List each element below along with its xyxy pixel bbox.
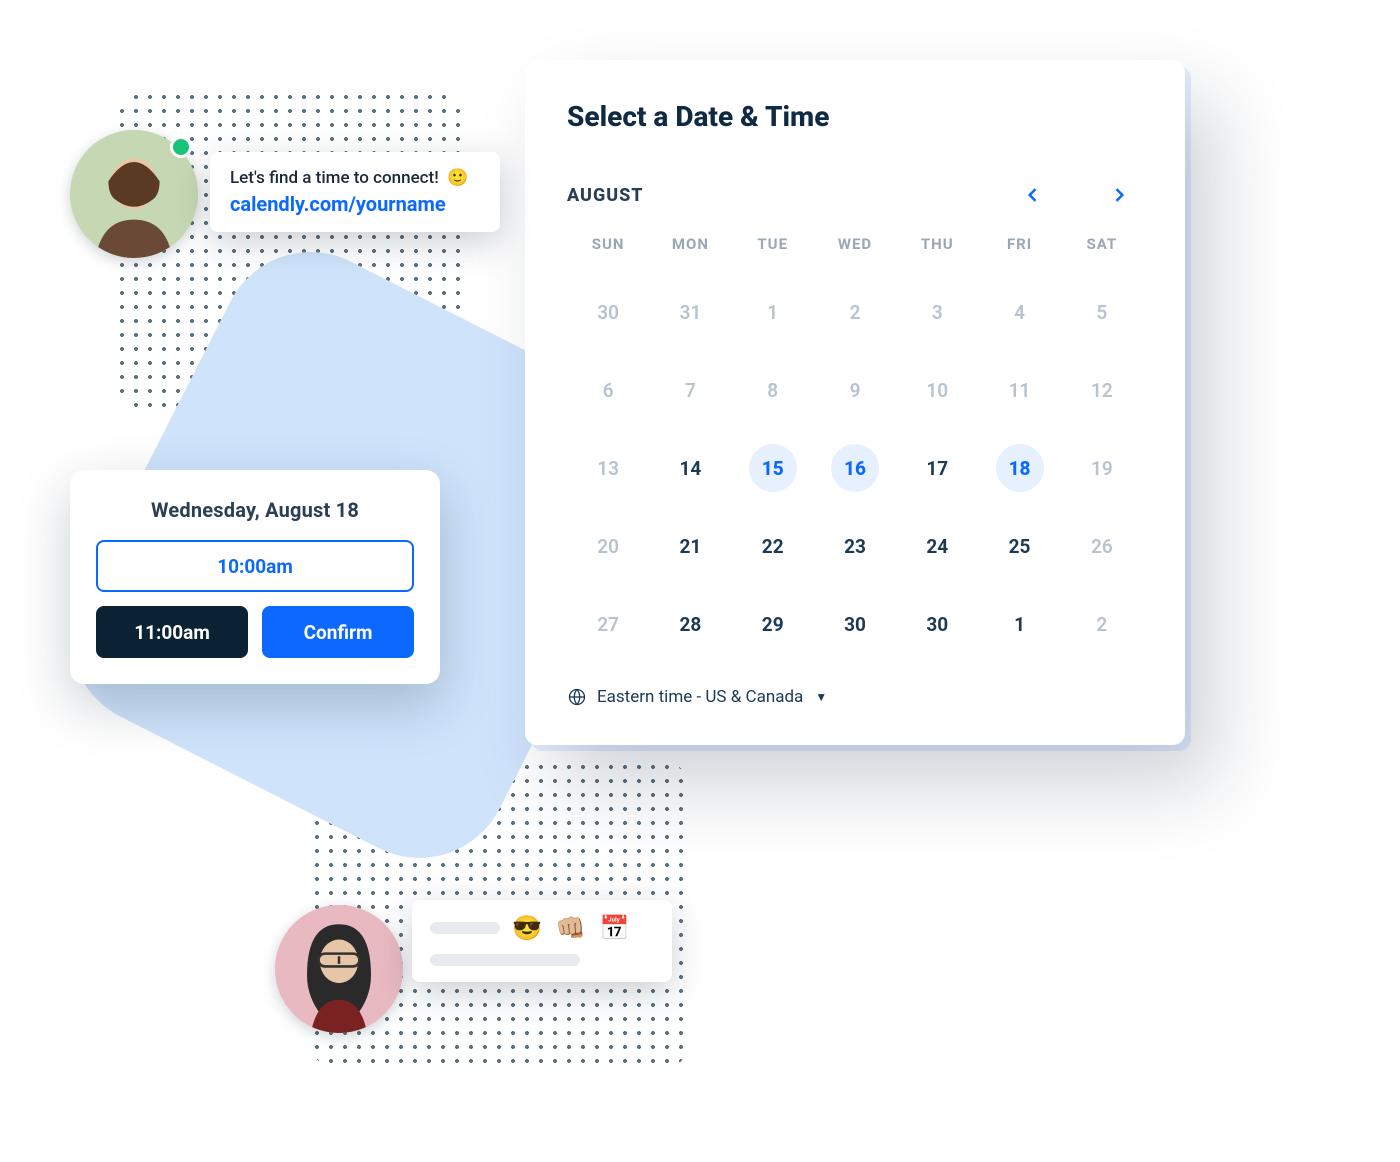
calendar-day[interactable]: 25 <box>978 519 1060 573</box>
calendar-card: Select a Date & Time AUGUST SUNMONTUEWED… <box>525 60 1185 745</box>
calendar-day[interactable]: 21 <box>649 519 731 573</box>
calendar-day: 7 <box>649 363 731 417</box>
reaction-bubble: 😎 👊🏼 📅 <box>412 900 672 982</box>
placeholder-line <box>430 922 500 934</box>
calendar-day[interactable]: 18 <box>978 441 1060 495</box>
placeholder-line <box>430 954 580 966</box>
calendar-day: 3 <box>896 285 978 339</box>
next-month-button[interactable] <box>1105 181 1133 209</box>
calendar-day: 9 <box>814 363 896 417</box>
chevron-left-icon <box>1023 185 1043 205</box>
calendar-day: 11 <box>978 363 1060 417</box>
calendar-day: 26 <box>1061 519 1143 573</box>
calendar-day: 4 <box>978 285 1060 339</box>
calendar-day[interactable]: 17 <box>896 441 978 495</box>
timezone-label: Eastern time - US & Canada <box>597 687 803 707</box>
calendar-day: 13 <box>567 441 649 495</box>
scheduling-link[interactable]: calendly.com/yourname <box>230 192 480 216</box>
calendar-day: 6 <box>567 363 649 417</box>
chevron-right-icon <box>1109 185 1129 205</box>
day-header: TUE <box>732 235 814 261</box>
calendar-day[interactable]: 14 <box>649 441 731 495</box>
calendar-day: 2 <box>1061 597 1143 651</box>
globe-icon <box>567 687 587 707</box>
smile-emoji: 🙂 <box>447 168 468 188</box>
share-link-bubble: Let's find a time to connect! 🙂 calendly… <box>210 152 500 232</box>
calendar-day[interactable]: 16 <box>814 441 896 495</box>
time-slot-1100am[interactable]: 11:00am <box>96 606 248 658</box>
presence-indicator <box>170 136 192 158</box>
day-header: THU <box>896 235 978 261</box>
timezone-picker[interactable]: Eastern time - US & Canada ▼ <box>567 687 1143 707</box>
selected-date-heading: Wednesday, August 18 <box>96 498 414 522</box>
calendar-day: 10 <box>896 363 978 417</box>
calendar-day: 31 <box>649 285 731 339</box>
avatar-recipient <box>275 905 403 1033</box>
share-message-text: Let's find a time to connect! <box>230 168 439 188</box>
calendar-day[interactable]: 22 <box>732 519 814 573</box>
day-header: FRI <box>978 235 1060 261</box>
calendar-day: 12 <box>1061 363 1143 417</box>
calendar-grid: SUNMONTUEWEDTHUFRISAT3031123456789101112… <box>567 235 1143 651</box>
time-slot-1000am[interactable]: 10:00am <box>96 540 414 592</box>
reaction-emojis: 😎 👊🏼 📅 <box>512 914 634 942</box>
calendar-day: 20 <box>567 519 649 573</box>
calendar-day[interactable]: 24 <box>896 519 978 573</box>
calendar-day: 30 <box>567 285 649 339</box>
prev-month-button[interactable] <box>1019 181 1047 209</box>
calendar-day[interactable]: 1 <box>978 597 1060 651</box>
month-label: AUGUST <box>567 185 644 206</box>
calendar-day[interactable]: 30 <box>814 597 896 651</box>
confirm-button[interactable]: Confirm <box>262 606 414 658</box>
calendar-day: 19 <box>1061 441 1143 495</box>
day-header: SAT <box>1061 235 1143 261</box>
calendar-day[interactable]: 23 <box>814 519 896 573</box>
calendar-day[interactable]: 29 <box>732 597 814 651</box>
calendar-day[interactable]: 30 <box>896 597 978 651</box>
calendar-title: Select a Date & Time <box>567 100 1143 133</box>
day-header: MON <box>649 235 731 261</box>
caret-down-icon: ▼ <box>815 690 827 704</box>
calendar-day: 2 <box>814 285 896 339</box>
time-select-card: Wednesday, August 18 10:00am 11:00am Con… <box>70 470 440 684</box>
calendar-day[interactable]: 15 <box>732 441 814 495</box>
calendar-day: 1 <box>732 285 814 339</box>
calendar-day: 8 <box>732 363 814 417</box>
day-header: WED <box>814 235 896 261</box>
calendar-day[interactable]: 28 <box>649 597 731 651</box>
calendar-day: 5 <box>1061 285 1143 339</box>
day-header: SUN <box>567 235 649 261</box>
avatar-sender <box>70 130 198 258</box>
person-icon <box>275 905 403 1033</box>
calendar-day: 27 <box>567 597 649 651</box>
